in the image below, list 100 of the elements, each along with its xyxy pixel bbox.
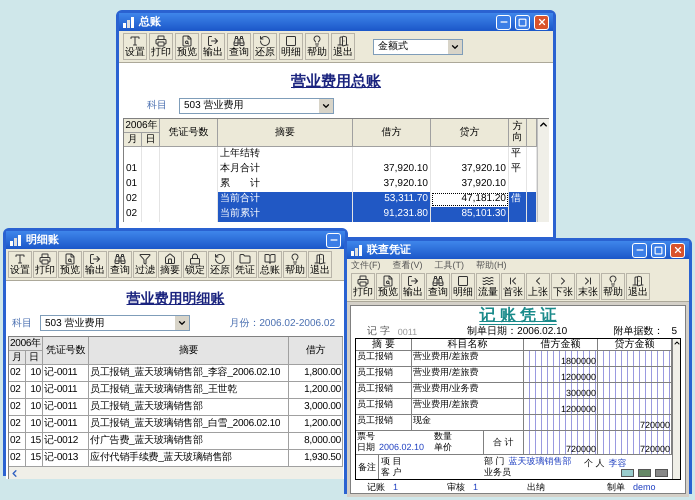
column-header: 2006年: [9, 337, 43, 351]
table-cell: 记-0011: [43, 382, 89, 399]
menu-item[interactable]: 查看(V): [392, 258, 422, 272]
query-button[interactable]: 查询: [426, 273, 450, 300]
export-button[interactable]: 输出: [201, 33, 225, 60]
maximize-button[interactable]: [651, 242, 666, 258]
signature-label: 制单: [607, 481, 625, 493]
table-cell: [509, 206, 527, 222]
card-icon: [621, 468, 634, 476]
table-cell: 01: [124, 162, 142, 176]
menu-item[interactable]: 文件(F): [351, 258, 380, 272]
menu-item[interactable]: 工具(T): [434, 258, 464, 272]
preview-button[interactable]: 预览: [58, 251, 82, 278]
maximize-button[interactable]: [515, 14, 530, 30]
column-header: 摘要: [218, 118, 353, 146]
settings-button[interactable]: 设置: [8, 251, 32, 278]
preview-button[interactable]: 预览: [376, 273, 400, 300]
minimize-button[interactable]: [496, 14, 511, 30]
help-button[interactable]: 帮助: [305, 33, 329, 60]
house-icon: [164, 253, 176, 265]
minimize-button[interactable]: [326, 232, 341, 248]
table-cell: 员工报销: [356, 383, 412, 398]
table-cell: 记-0011: [43, 365, 89, 382]
horizontal-scrollbar[interactable]: [9, 467, 343, 479]
menu-item[interactable]: 帮助(H): [476, 258, 506, 272]
signature-value: 1: [393, 481, 398, 493]
next-button[interactable]: 下张: [551, 273, 575, 300]
salesperson-label: 业务员: [484, 467, 512, 478]
date-label: 日期: [357, 442, 375, 453]
close-icon: [536, 17, 546, 27]
dropdown-field[interactable]: 503 营业费用: [40, 315, 190, 331]
document-magnifier-icon: [382, 275, 394, 287]
filter-button[interactable]: 过滤: [133, 251, 157, 278]
vertical-scrollbar[interactable]: [537, 118, 549, 222]
voucher-date: 制单日期：2006.02.10: [467, 326, 568, 338]
signature-label: 记账: [367, 481, 385, 493]
vertical-scrollbar[interactable]: [672, 339, 680, 479]
column-header: 摘要: [89, 337, 289, 365]
table-cell: 员工报销_蓝天玻璃销售部_李容_2006.02.10: [89, 365, 289, 382]
restore-icon: [214, 253, 226, 265]
table-cell: 员工报销_蓝天玻璃销售部_白雪_2006.02.10: [89, 416, 289, 433]
table-cell: 3,000.00: [289, 399, 343, 416]
print-button[interactable]: 打印: [149, 33, 173, 60]
table-cell: 员工报销: [356, 351, 412, 366]
waves-icon: [482, 275, 494, 287]
table-cell: 平: [509, 146, 527, 162]
query-button[interactable]: 查询: [108, 251, 132, 278]
lock-button[interactable]: 锁定: [183, 251, 207, 278]
restore-button[interactable]: 还原: [208, 251, 232, 278]
exit-button[interactable]: 退出: [308, 251, 332, 278]
table-cell: 85,101.30: [431, 206, 509, 222]
close-button[interactable]: [534, 14, 549, 30]
bar-chart-icon: [10, 234, 22, 246]
printer-icon: [155, 35, 167, 47]
minimize-button[interactable]: [632, 242, 647, 258]
first-button[interactable]: 首张: [501, 273, 525, 300]
settings-button[interactable]: 设置: [123, 33, 147, 60]
dropdown-field[interactable]: 503 营业费用: [179, 98, 334, 114]
query-button[interactable]: 查询: [227, 33, 251, 60]
help-button[interactable]: 帮助: [283, 251, 307, 278]
voucher-button[interactable]: 凭证: [233, 251, 257, 278]
lock-icon: [189, 253, 201, 265]
help-button[interactable]: 帮助: [601, 273, 625, 300]
customer-label: 客 户: [381, 467, 403, 478]
door-icon: [314, 253, 326, 265]
ledger-button[interactable]: 总账: [258, 251, 282, 278]
square-icon: [457, 275, 469, 287]
window-title: 联查凭证: [367, 242, 412, 258]
print-button[interactable]: 打印: [351, 273, 375, 300]
print-button[interactable]: 打印: [33, 251, 57, 278]
column-header: 凭证号数: [43, 337, 89, 365]
table-cell: 营业费用/差旅费: [412, 399, 524, 414]
table-cell: 员工报销: [356, 367, 412, 382]
dropdown-field[interactable]: 金额式: [373, 38, 463, 54]
restore-button[interactable]: 还原: [253, 33, 277, 60]
previous-button[interactable]: 上张: [526, 273, 550, 300]
exit-button[interactable]: 退出: [331, 33, 355, 60]
flow-button[interactable]: 流量: [476, 273, 500, 300]
exit-button[interactable]: 退出: [626, 273, 650, 300]
last-icon: [582, 275, 594, 287]
ledger-heading: 营业费用总账: [291, 72, 381, 92]
detail-button[interactable]: 明细: [451, 273, 475, 300]
last-button[interactable]: 末张: [576, 273, 600, 300]
table-cell: 当前合计: [218, 192, 353, 206]
folder-icon: [239, 253, 251, 265]
close-button[interactable]: [670, 242, 685, 258]
table-cell: 02: [9, 382, 26, 399]
export-button[interactable]: 输出: [83, 251, 107, 278]
funnel-icon: [139, 253, 151, 265]
export-button[interactable]: 输出: [401, 273, 425, 300]
preview-button[interactable]: 预览: [175, 33, 199, 60]
table-cell: 53,311.70: [353, 192, 431, 206]
table-cell: [527, 206, 537, 222]
table-cell: 10: [26, 399, 43, 416]
voucher-type-label: 记 字: [367, 326, 390, 338]
detail-button[interactable]: 明细: [279, 33, 303, 60]
column-header: 贷方: [431, 118, 509, 146]
document-magnifier-icon: [64, 253, 76, 265]
summary-button[interactable]: 摘要: [158, 251, 182, 278]
project-label: 项 目: [381, 456, 403, 467]
